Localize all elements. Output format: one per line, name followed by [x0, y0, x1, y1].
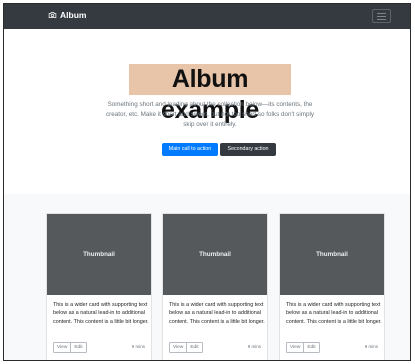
navbar-toggler[interactable] [372, 9, 391, 23]
card-time: 9 mins [364, 344, 378, 349]
brand-label: Album [60, 10, 87, 20]
secondary-action-button[interactable]: Secondary action [220, 143, 276, 156]
album-card: Thumbnail This is a wider card with supp… [279, 213, 385, 360]
hamburger-icon [377, 12, 386, 14]
card-thumbnail: Thumbnail [280, 214, 384, 295]
card-text: This is a wider card with supporting tex… [286, 302, 382, 325]
card-thumbnail: Thumbnail [163, 214, 267, 295]
album-card: Thumbnail This is a wider card with supp… [162, 213, 268, 360]
card-text: This is a wider card with supporting tex… [53, 302, 149, 325]
navbar: Album [4, 4, 410, 29]
hamburger-icon [377, 18, 386, 20]
thumbnail-label: Thumbnail [199, 251, 231, 258]
edit-button[interactable]: Edit [304, 342, 320, 353]
page-frame: Album Album example Something short and … [3, 3, 411, 361]
card-time: 9 mins [247, 344, 261, 349]
hero-section: Album example Something short and leadin… [4, 29, 410, 194]
main-call-to-action-button[interactable]: Main call to action [162, 143, 218, 156]
camera-icon [48, 12, 57, 18]
hero-lead: Something short and leading about the co… [105, 101, 315, 128]
brand-link[interactable]: Album [48, 10, 86, 20]
page-title: Album example [129, 64, 291, 124]
card-button-group: View Edit [286, 342, 320, 353]
view-button[interactable]: View [286, 342, 305, 353]
card-button-group: View Edit [169, 342, 203, 353]
thumbnail-label: Thumbnail [83, 251, 115, 258]
card-text: This is a wider card with supporting tex… [169, 302, 265, 325]
edit-button[interactable]: Edit [187, 342, 203, 353]
album-section: Thumbnail This is a wider card with supp… [4, 194, 410, 360]
card-thumbnail: Thumbnail [47, 214, 151, 295]
thumbnail-label: Thumbnail [316, 251, 348, 258]
edit-button[interactable]: Edit [71, 342, 87, 353]
album-card: Thumbnail This is a wider card with supp… [46, 213, 152, 360]
view-button[interactable]: View [169, 342, 188, 353]
view-button[interactable]: View [53, 342, 72, 353]
hamburger-icon [377, 15, 386, 17]
card-time: 9 mins [131, 344, 145, 349]
card-button-group: View Edit [53, 342, 87, 353]
